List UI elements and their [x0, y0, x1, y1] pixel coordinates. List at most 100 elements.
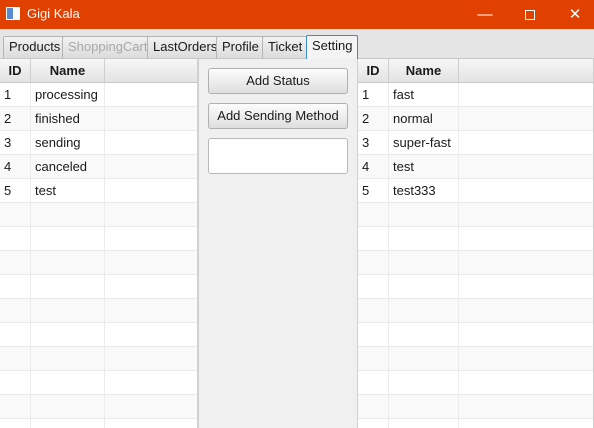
- cell-filler: [459, 203, 593, 226]
- table-row[interactable]: [358, 371, 593, 395]
- cell-id: 1: [358, 83, 389, 106]
- cell-id: [0, 347, 31, 370]
- cell-filler: [459, 179, 593, 202]
- cell-filler: [459, 251, 593, 274]
- table-row[interactable]: 1 processing: [0, 83, 197, 107]
- cell-name: [31, 323, 105, 346]
- table-row[interactable]: 5 test333: [358, 179, 593, 203]
- table-row[interactable]: 3 sending: [0, 131, 197, 155]
- cell-filler: [105, 203, 197, 226]
- cell-name: test: [389, 155, 459, 178]
- tab-profile[interactable]: Profile: [216, 36, 265, 58]
- table-row[interactable]: [358, 299, 593, 323]
- cell-id: 1: [0, 83, 31, 106]
- cell-name: [31, 419, 105, 428]
- table-row[interactable]: 3 super-fast: [358, 131, 593, 155]
- sending-table-body: 1 fast 2 normal 3 super-fast 4 test 5 test333: [358, 83, 593, 428]
- cell-name: [389, 203, 459, 226]
- cell-id: [0, 323, 31, 346]
- tab-products[interactable]: Products: [3, 36, 67, 58]
- cell-filler: [105, 371, 197, 394]
- table-row[interactable]: [0, 419, 197, 428]
- tab-shoppingcart: ShoppingCart: [62, 36, 154, 58]
- cell-filler: [105, 299, 197, 322]
- column-header-name[interactable]: Name: [389, 59, 459, 83]
- cell-name: finished: [31, 107, 105, 130]
- minimize-icon: —: [477, 6, 493, 23]
- tab-setting[interactable]: Setting: [306, 35, 359, 59]
- cell-name: [389, 371, 459, 394]
- table-row[interactable]: 4 canceled: [0, 155, 197, 179]
- cell-filler: [105, 347, 197, 370]
- table-row[interactable]: [358, 323, 593, 347]
- cell-name: canceled: [31, 155, 105, 178]
- cell-name: [31, 395, 105, 418]
- table-row[interactable]: 2 finished: [0, 107, 197, 131]
- cell-filler: [105, 323, 197, 346]
- cell-id: [358, 299, 389, 322]
- new-item-input[interactable]: [208, 138, 348, 174]
- cell-filler: [459, 419, 593, 428]
- tab-ticket[interactable]: Ticket: [262, 36, 309, 58]
- table-row[interactable]: [0, 347, 197, 371]
- cell-filler: [105, 395, 197, 418]
- table-row[interactable]: 5 test: [0, 179, 197, 203]
- table-row[interactable]: [358, 419, 593, 428]
- status-table[interactable]: ID Name 1 processing 2 finished 3 sending 4 can…: [0, 59, 198, 428]
- cell-filler: [459, 131, 593, 154]
- table-row[interactable]: [358, 275, 593, 299]
- status-table-header: ID Name: [0, 59, 197, 83]
- maximize-button[interactable]: [507, 0, 553, 29]
- cell-filler: [105, 275, 197, 298]
- table-row[interactable]: [358, 227, 593, 251]
- cell-filler: [105, 83, 197, 106]
- cell-id: 4: [358, 155, 389, 178]
- cell-name: processing: [31, 83, 105, 106]
- cell-name: [31, 371, 105, 394]
- close-icon: ✕: [568, 6, 582, 23]
- column-header-name[interactable]: Name: [31, 59, 105, 83]
- table-row[interactable]: [0, 299, 197, 323]
- app-icon: [6, 7, 20, 20]
- column-header-id[interactable]: ID: [0, 59, 31, 83]
- cell-name: test333: [389, 179, 459, 202]
- cell-id: 2: [0, 107, 31, 130]
- table-row[interactable]: [0, 395, 197, 419]
- sending-method-table[interactable]: ID Name 1 fast 2 normal 3 super-fast 4 test 5 tes…: [358, 59, 594, 428]
- cell-name: [389, 395, 459, 418]
- add-sending-method-button[interactable]: Add Sending Method: [208, 103, 348, 129]
- add-status-button[interactable]: Add Status: [208, 68, 348, 94]
- table-row[interactable]: [0, 203, 197, 227]
- cell-name: [389, 347, 459, 370]
- cell-filler: [459, 227, 593, 250]
- cell-name: [389, 227, 459, 250]
- close-button[interactable]: ✕: [552, 0, 594, 29]
- cell-name: [31, 227, 105, 250]
- table-row[interactable]: [358, 203, 593, 227]
- table-row[interactable]: 4 test: [358, 155, 593, 179]
- status-table-body: 1 processing 2 finished 3 sending 4 canceled 5 te…: [0, 83, 197, 428]
- cell-filler: [459, 323, 593, 346]
- tab-lastorders[interactable]: LastOrders: [147, 36, 224, 58]
- table-row[interactable]: [0, 251, 197, 275]
- table-row[interactable]: 1 fast: [358, 83, 593, 107]
- cell-id: [358, 203, 389, 226]
- column-header-id[interactable]: ID: [358, 59, 389, 83]
- title-bar: Gigi Kala — ✕: [0, 0, 594, 29]
- cell-name: [389, 299, 459, 322]
- table-row[interactable]: [0, 323, 197, 347]
- table-row[interactable]: 2 normal: [358, 107, 593, 131]
- table-row[interactable]: [358, 395, 593, 419]
- cell-id: 3: [0, 131, 31, 154]
- cell-name: super-fast: [389, 131, 459, 154]
- table-row[interactable]: [358, 347, 593, 371]
- maximize-icon: [525, 10, 535, 21]
- cell-id: [358, 371, 389, 394]
- table-row[interactable]: [0, 227, 197, 251]
- table-row[interactable]: [0, 371, 197, 395]
- table-row[interactable]: [0, 275, 197, 299]
- table-row[interactable]: [358, 251, 593, 275]
- minimize-button[interactable]: —: [462, 0, 508, 29]
- cell-filler: [459, 275, 593, 298]
- cell-name: [31, 203, 105, 226]
